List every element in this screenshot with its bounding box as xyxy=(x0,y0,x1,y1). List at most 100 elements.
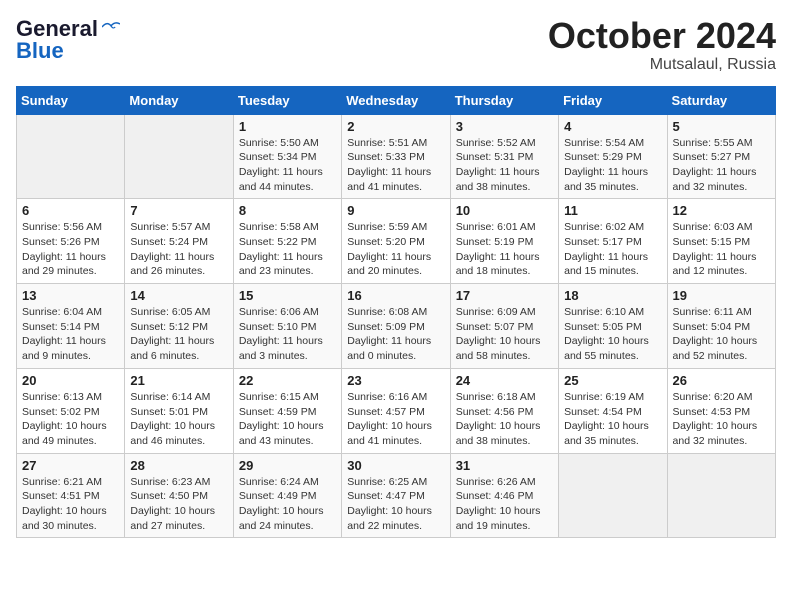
day-info: Sunrise: 6:04 AM Sunset: 5:14 PM Dayligh… xyxy=(22,305,119,364)
day-number: 29 xyxy=(239,458,336,473)
day-info: Sunrise: 5:54 AM Sunset: 5:29 PM Dayligh… xyxy=(564,136,661,195)
calendar-cell: 7Sunrise: 5:57 AM Sunset: 5:24 PM Daylig… xyxy=(125,199,233,284)
day-info: Sunrise: 6:10 AM Sunset: 5:05 PM Dayligh… xyxy=(564,305,661,364)
day-number: 17 xyxy=(456,288,553,303)
calendar-cell: 22 Sunrise: 6:15 AM Sunset: 4:59 PM Dayli… xyxy=(233,368,341,453)
day-info: Sunrise: 5:59 AM Sunset: 5:20 PM Dayligh… xyxy=(347,220,444,279)
day-info: Sunrise: 6:20 AM Sunset: 4:53 PM Dayligh… xyxy=(673,390,770,449)
day-number: 21 xyxy=(130,373,227,388)
month-title: October 2024 xyxy=(548,16,776,56)
day-info: Sunrise: 6:23 AM Sunset: 4:50 PM Dayligh… xyxy=(130,475,227,534)
calendar-week-1: 1 Sunrise: 5:50 AM Sunset: 5:34 PM Daylig… xyxy=(17,114,776,199)
weekday-header-wednesday: Wednesday xyxy=(342,86,450,114)
day-number: 24 xyxy=(456,373,553,388)
calendar-cell: 3Sunrise: 5:52 AM Sunset: 5:31 PM Daylig… xyxy=(450,114,558,199)
calendar-cell: 14 Sunrise: 6:05 AM Sunset: 5:12 PM Dayli… xyxy=(125,284,233,369)
calendar-cell xyxy=(17,114,125,199)
day-number: 6 xyxy=(22,203,119,218)
day-info: Sunrise: 6:18 AM Sunset: 4:56 PM Dayligh… xyxy=(456,390,553,449)
day-info: Sunrise: 6:26 AM Sunset: 4:46 PM Dayligh… xyxy=(456,475,553,534)
calendar-table: SundayMondayTuesdayWednesdayThursdayFrid… xyxy=(16,86,776,539)
day-info: Sunrise: 5:50 AM Sunset: 5:34 PM Dayligh… xyxy=(239,136,336,195)
calendar-cell: 11 Sunrise: 6:02 AM Sunset: 5:17 PM Dayli… xyxy=(559,199,667,284)
calendar-cell xyxy=(559,453,667,538)
calendar-cell: 26 Sunrise: 6:20 AM Sunset: 4:53 PM Dayli… xyxy=(667,368,775,453)
day-info: Sunrise: 6:01 AM Sunset: 5:19 PM Dayligh… xyxy=(456,220,553,279)
day-number: 8 xyxy=(239,203,336,218)
day-number: 30 xyxy=(347,458,444,473)
day-number: 11 xyxy=(564,203,661,218)
calendar-cell xyxy=(667,453,775,538)
day-number: 1 xyxy=(239,119,336,134)
day-info: Sunrise: 6:15 AM Sunset: 4:59 PM Dayligh… xyxy=(239,390,336,449)
calendar-cell xyxy=(125,114,233,199)
day-info: Sunrise: 5:55 AM Sunset: 5:27 PM Dayligh… xyxy=(673,136,770,195)
day-info: Sunrise: 6:02 AM Sunset: 5:17 PM Dayligh… xyxy=(564,220,661,279)
day-number: 23 xyxy=(347,373,444,388)
day-info: Sunrise: 5:58 AM Sunset: 5:22 PM Dayligh… xyxy=(239,220,336,279)
weekday-header-saturday: Saturday xyxy=(667,86,775,114)
day-info: Sunrise: 6:24 AM Sunset: 4:49 PM Dayligh… xyxy=(239,475,336,534)
day-info: Sunrise: 6:05 AM Sunset: 5:12 PM Dayligh… xyxy=(130,305,227,364)
day-info: Sunrise: 6:25 AM Sunset: 4:47 PM Dayligh… xyxy=(347,475,444,534)
day-number: 9 xyxy=(347,203,444,218)
calendar-cell: 31 Sunrise: 6:26 AM Sunset: 4:46 PM Dayli… xyxy=(450,453,558,538)
day-info: Sunrise: 5:52 AM Sunset: 5:31 PM Dayligh… xyxy=(456,136,553,195)
calendar-cell: 10 Sunrise: 6:01 AM Sunset: 5:19 PM Dayli… xyxy=(450,199,558,284)
calendar-week-5: 27 Sunrise: 6:21 AM Sunset: 4:51 PM Dayli… xyxy=(17,453,776,538)
weekday-header-thursday: Thursday xyxy=(450,86,558,114)
calendar-cell: 29 Sunrise: 6:24 AM Sunset: 4:49 PM Dayli… xyxy=(233,453,341,538)
calendar-week-2: 6 Sunrise: 5:56 AM Sunset: 5:26 PM Daylig… xyxy=(17,199,776,284)
calendar-cell: 8 Sunrise: 5:58 AM Sunset: 5:22 PM Daylig… xyxy=(233,199,341,284)
calendar-cell: 5Sunrise: 5:55 AM Sunset: 5:27 PM Daylig… xyxy=(667,114,775,199)
calendar-cell: 15Sunrise: 6:06 AM Sunset: 5:10 PM Dayli… xyxy=(233,284,341,369)
day-info: Sunrise: 6:13 AM Sunset: 5:02 PM Dayligh… xyxy=(22,390,119,449)
day-info: Sunrise: 6:11 AM Sunset: 5:04 PM Dayligh… xyxy=(673,305,770,364)
day-number: 2 xyxy=(347,119,444,134)
title-area: October 2024 Mutsalaul, Russia xyxy=(548,16,776,74)
day-info: Sunrise: 6:21 AM Sunset: 4:51 PM Dayligh… xyxy=(22,475,119,534)
weekday-header-monday: Monday xyxy=(125,86,233,114)
calendar-cell: 9 Sunrise: 5:59 AM Sunset: 5:20 PM Daylig… xyxy=(342,199,450,284)
day-number: 31 xyxy=(456,458,553,473)
calendar-cell: 6 Sunrise: 5:56 AM Sunset: 5:26 PM Daylig… xyxy=(17,199,125,284)
day-number: 25 xyxy=(564,373,661,388)
day-info: Sunrise: 6:09 AM Sunset: 5:07 PM Dayligh… xyxy=(456,305,553,364)
day-number: 22 xyxy=(239,373,336,388)
day-number: 13 xyxy=(22,288,119,303)
day-number: 7 xyxy=(130,203,227,218)
weekday-header-row: SundayMondayTuesdayWednesdayThursdayFrid… xyxy=(17,86,776,114)
day-number: 12 xyxy=(673,203,770,218)
day-number: 14 xyxy=(130,288,227,303)
day-info: Sunrise: 6:03 AM Sunset: 5:15 PM Dayligh… xyxy=(673,220,770,279)
day-number: 26 xyxy=(673,373,770,388)
calendar-cell: 27 Sunrise: 6:21 AM Sunset: 4:51 PM Dayli… xyxy=(17,453,125,538)
calendar-week-3: 13 Sunrise: 6:04 AM Sunset: 5:14 PM Dayli… xyxy=(17,284,776,369)
weekday-header-sunday: Sunday xyxy=(17,86,125,114)
weekday-header-friday: Friday xyxy=(559,86,667,114)
calendar-cell: 21 Sunrise: 6:14 AM Sunset: 5:01 PM Dayli… xyxy=(125,368,233,453)
calendar-cell: 19Sunrise: 6:11 AM Sunset: 5:04 PM Dayli… xyxy=(667,284,775,369)
day-info: Sunrise: 5:56 AM Sunset: 5:26 PM Dayligh… xyxy=(22,220,119,279)
calendar-cell: 12 Sunrise: 6:03 AM Sunset: 5:15 PM Dayli… xyxy=(667,199,775,284)
day-info: Sunrise: 6:08 AM Sunset: 5:09 PM Dayligh… xyxy=(347,305,444,364)
calendar-cell: 2 Sunrise: 5:51 AM Sunset: 5:33 PM Daylig… xyxy=(342,114,450,199)
day-info: Sunrise: 5:51 AM Sunset: 5:33 PM Dayligh… xyxy=(347,136,444,195)
day-number: 28 xyxy=(130,458,227,473)
logo-blue: Blue xyxy=(16,38,64,64)
logo: General Blue xyxy=(16,16,120,64)
page-header: General Blue October 2024 Mutsalaul, Rus… xyxy=(16,16,776,74)
calendar-cell: 28 Sunrise: 6:23 AM Sunset: 4:50 PM Dayli… xyxy=(125,453,233,538)
day-number: 4 xyxy=(564,119,661,134)
day-number: 16 xyxy=(347,288,444,303)
weekday-header-tuesday: Tuesday xyxy=(233,86,341,114)
logo-bird-icon xyxy=(102,20,120,34)
day-info: Sunrise: 6:14 AM Sunset: 5:01 PM Dayligh… xyxy=(130,390,227,449)
day-number: 10 xyxy=(456,203,553,218)
calendar-cell: 23Sunrise: 6:16 AM Sunset: 4:57 PM Dayli… xyxy=(342,368,450,453)
day-number: 18 xyxy=(564,288,661,303)
calendar-cell: 30 Sunrise: 6:25 AM Sunset: 4:47 PM Dayli… xyxy=(342,453,450,538)
calendar-cell: 13 Sunrise: 6:04 AM Sunset: 5:14 PM Dayli… xyxy=(17,284,125,369)
day-info: Sunrise: 6:06 AM Sunset: 5:10 PM Dayligh… xyxy=(239,305,336,364)
day-number: 27 xyxy=(22,458,119,473)
